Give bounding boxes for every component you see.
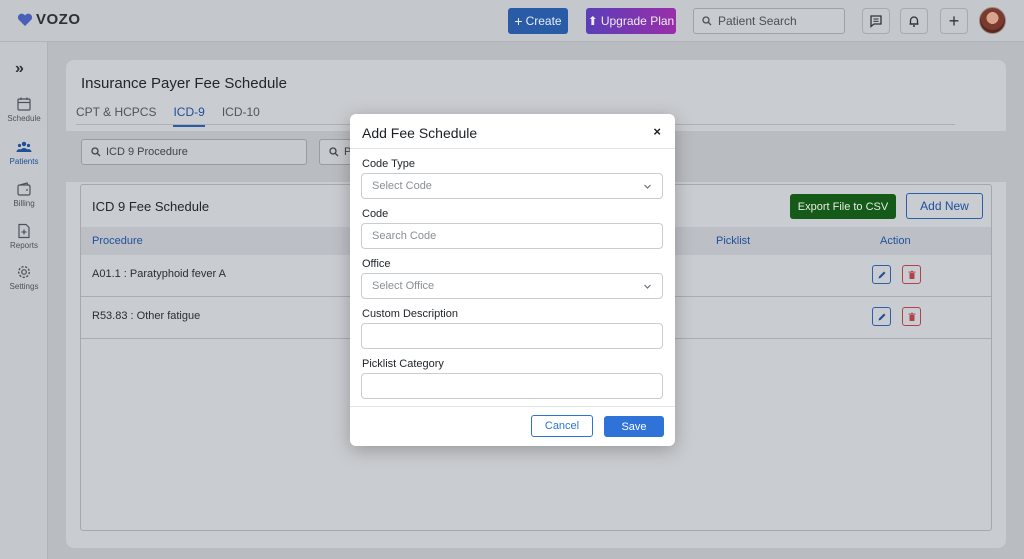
avatar[interactable] — [979, 7, 1006, 34]
patient-search-input[interactable]: Patient Search — [693, 8, 845, 34]
search-icon — [329, 147, 339, 157]
save-button[interactable]: Save — [604, 416, 664, 437]
delete-button[interactable] — [902, 307, 921, 326]
pencil-icon — [878, 313, 885, 320]
modal-footer-divider — [350, 406, 675, 407]
edit-button[interactable] — [872, 265, 891, 284]
office-label: Office — [362, 258, 391, 270]
picklist-category-label: Picklist Category — [362, 358, 444, 370]
trash-icon — [908, 312, 915, 321]
trash-icon — [908, 270, 915, 279]
table-title: ICD 9 Fee Schedule — [92, 199, 210, 214]
top-bar: VOZO + Create ⬆ Upgrade Plan Patient Sea… — [0, 0, 1024, 42]
create-label: Create — [525, 14, 562, 28]
code-search-input[interactable]: Search Code — [361, 223, 663, 249]
sidebar-label: Settings — [9, 282, 39, 291]
chevron-down-icon — [644, 284, 651, 289]
sidebar-label: Patients — [9, 157, 39, 166]
sidebar-item-settings[interactable]: Settings — [0, 264, 48, 291]
column-header-action: Action — [880, 235, 911, 247]
heart-logo-icon — [17, 13, 33, 26]
code-placeholder: Search Code — [372, 230, 437, 242]
code-label: Code — [362, 208, 389, 220]
plus-icon: + — [514, 13, 523, 29]
icd9-procedure-filter[interactable]: ICD 9 Procedure — [81, 139, 307, 165]
column-header-procedure[interactable]: Procedure — [92, 235, 143, 247]
notifications-button[interactable] — [900, 8, 928, 34]
search-icon — [702, 16, 712, 26]
edit-button[interactable] — [872, 307, 891, 326]
office-select[interactable]: Select Office — [361, 273, 663, 299]
column-header-picklist[interactable]: Picklist — [716, 235, 750, 247]
logo[interactable]: VOZO — [17, 11, 81, 28]
create-button[interactable]: + Create — [508, 8, 568, 34]
sidebar-item-reports[interactable]: Reports — [0, 223, 48, 250]
add-button[interactable]: + — [940, 8, 968, 34]
sidebar-item-patients[interactable]: Patients — [0, 139, 48, 166]
add-fee-schedule-modal: Add Fee Schedule × Code Type Select Code… — [350, 114, 675, 446]
cancel-button[interactable]: Cancel — [531, 415, 593, 437]
plus-icon: + — [948, 10, 960, 31]
sidebar-item-schedule[interactable]: Schedule — [0, 96, 48, 123]
page-title: Insurance Payer Fee Schedule — [81, 75, 287, 92]
chevron-down-icon — [644, 184, 651, 189]
arrow-up-icon: ⬆ — [587, 14, 598, 28]
patients-icon — [16, 141, 32, 152]
code-type-placeholder: Select Code — [372, 180, 432, 192]
modal-header-divider — [350, 148, 675, 149]
close-icon[interactable]: × — [653, 124, 661, 139]
custom-description-input[interactable] — [361, 323, 663, 349]
add-new-button[interactable]: Add New — [906, 193, 983, 219]
code-type-label: Code Type — [362, 158, 416, 170]
wallet-icon — [17, 182, 31, 196]
sidebar-label: Billing — [13, 199, 35, 208]
sidebar-label: Schedule — [7, 114, 41, 123]
messages-button[interactable] — [862, 8, 890, 34]
upgrade-plan-button[interactable]: ⬆ Upgrade Plan — [586, 8, 676, 34]
upgrade-label: Upgrade Plan — [600, 14, 675, 28]
office-placeholder: Select Office — [372, 280, 435, 292]
pencil-icon — [878, 271, 885, 278]
gear-icon — [17, 265, 31, 279]
report-icon — [18, 223, 30, 239]
calendar-icon — [17, 97, 31, 111]
sidebar: » Schedule Patients Billing Reports Sett… — [0, 42, 48, 559]
logo-text: VOZO — [36, 11, 81, 28]
expand-sidebar-icon[interactable]: » — [15, 60, 24, 78]
message-icon — [870, 15, 882, 28]
search-icon — [91, 147, 101, 157]
modal-title: Add Fee Schedule — [362, 125, 478, 141]
picklist-category-input[interactable] — [361, 373, 663, 399]
sidebar-label: Reports — [9, 241, 38, 250]
search-placeholder: Patient Search — [718, 14, 797, 28]
bell-icon — [909, 16, 919, 27]
custom-description-label: Custom Description — [362, 308, 458, 320]
delete-button[interactable] — [902, 265, 921, 284]
code-type-select[interactable]: Select Code — [361, 173, 663, 199]
sidebar-item-billing[interactable]: Billing — [0, 181, 48, 208]
filter-placeholder: ICD 9 Procedure — [106, 146, 188, 158]
procedure-cell: R53.83 : Other fatigue — [92, 310, 201, 322]
procedure-cell: A01.1 : Paratyphoid fever A — [92, 268, 226, 280]
export-csv-button[interactable]: Export File to CSV — [790, 194, 896, 219]
